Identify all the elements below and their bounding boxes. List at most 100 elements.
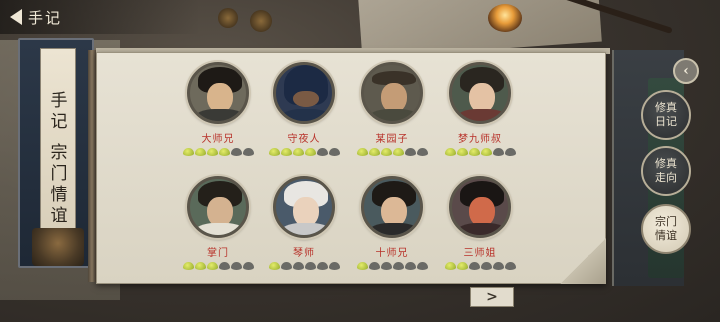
back-button[interactable]: 手记 [10, 6, 80, 28]
back-arrow-icon [10, 9, 22, 25]
leaf-filled-icon [194, 262, 206, 270]
leaf-filled-icon [444, 148, 456, 156]
leaf-filled-icon [356, 262, 368, 270]
tab-char: 手 [50, 91, 68, 111]
character-card[interactable]: 大师兄 [170, 62, 266, 174]
leaf-filled-icon [468, 148, 480, 156]
sect-friendship-button[interactable]: 宗门 情谊 [641, 204, 691, 254]
character-card[interactable]: 某园子 [344, 62, 440, 174]
leaf-filled-icon [480, 148, 492, 156]
avatar [449, 176, 511, 238]
leaf-filled-icon [392, 148, 404, 156]
tab-char: 门 [50, 164, 68, 184]
tab-char: 谊 [50, 206, 68, 226]
character-card[interactable]: 十师兄 [344, 176, 440, 288]
page-curl [560, 238, 606, 284]
left-tab-strip: 手 记 宗 门 情 谊 [40, 48, 76, 258]
affinity-rating [444, 262, 516, 270]
tab-sect-friendship[interactable]: 宗 门 情 谊 [41, 143, 77, 227]
tab-char: 记 [50, 112, 68, 132]
button-line: 修真 [655, 157, 677, 170]
cultivation-path-button[interactable]: 修真 走向 [641, 146, 691, 196]
oil-lamp-icon [488, 4, 522, 32]
leaf-empty-icon [316, 148, 328, 156]
leaf-empty-icon [504, 148, 516, 156]
leaf-filled-icon [304, 148, 316, 156]
affinity-rating [182, 262, 254, 270]
leaf-empty-icon [416, 262, 428, 270]
chevron-right-icon: > [486, 289, 498, 305]
leaf-empty-icon [380, 262, 392, 270]
character-name: 琴师 [293, 248, 315, 259]
character-name: 三师姐 [463, 248, 497, 259]
character-name: 掌门 [207, 248, 229, 259]
leaf-empty-icon [368, 262, 380, 270]
page-title: 手记 [28, 8, 63, 27]
leaf-filled-icon [206, 262, 218, 270]
leaf-filled-icon [280, 148, 292, 156]
leaf-empty-icon [416, 148, 428, 156]
left-tab-panel: 手 记 宗 门 情 谊 [18, 38, 94, 268]
avatar [187, 62, 249, 124]
leaf-empty-icon [492, 262, 504, 270]
leaf-empty-icon [404, 148, 416, 156]
character-card[interactable]: 掌门 [170, 176, 266, 288]
leaf-filled-icon [292, 148, 304, 156]
leaf-filled-icon [194, 148, 206, 156]
leaf-filled-icon [268, 262, 280, 270]
tab-char: 宗 [50, 143, 68, 163]
leaf-empty-icon [230, 148, 242, 156]
seal-ornament-icon [32, 228, 84, 266]
leaf-filled-icon [456, 262, 468, 270]
affinity-rating [268, 262, 340, 270]
leaf-empty-icon [242, 262, 254, 270]
affinity-rating [356, 262, 428, 270]
leaf-empty-icon [504, 262, 516, 270]
leaf-filled-icon [268, 148, 280, 156]
avatar [361, 62, 423, 124]
leaf-filled-icon [182, 262, 194, 270]
avatar [187, 176, 249, 238]
character-name: 某园子 [375, 134, 409, 145]
collapse-button[interactable]: ‹ [673, 58, 699, 84]
chevron-left-icon: ‹ [683, 63, 689, 79]
button-line: 修真 [655, 101, 677, 114]
next-page-button[interactable]: > [470, 287, 514, 307]
coin-icon [218, 8, 238, 28]
leaf-filled-icon [444, 262, 456, 270]
leaf-empty-icon [280, 262, 292, 270]
character-name: 十师兄 [375, 248, 409, 259]
book-rod [88, 50, 96, 282]
character-name: 梦九师叔 [458, 134, 502, 145]
button-line: 日记 [655, 115, 677, 128]
character-card[interactable]: 梦九师叔 [432, 62, 528, 174]
leaf-filled-icon [456, 148, 468, 156]
leaf-empty-icon [292, 262, 304, 270]
affinity-rating [182, 148, 254, 156]
button-line: 宗门 [655, 215, 677, 228]
character-name: 守夜人 [287, 134, 321, 145]
leaf-empty-icon [392, 262, 404, 270]
leaf-empty-icon [480, 262, 492, 270]
affinity-rating [356, 148, 428, 156]
cultivation-diary-button[interactable]: 修真 日记 [641, 90, 691, 140]
affinity-rating [444, 148, 516, 156]
tab-journal[interactable]: 手 记 [41, 91, 77, 133]
character-name: 大师兄 [201, 134, 235, 145]
leaf-empty-icon [328, 262, 340, 270]
avatar [449, 62, 511, 124]
leaf-filled-icon [218, 148, 230, 156]
leaf-empty-icon [492, 148, 504, 156]
leaf-empty-icon [218, 262, 230, 270]
leaf-filled-icon [356, 148, 368, 156]
character-card[interactable]: 琴师 [256, 176, 352, 288]
leaf-empty-icon [230, 262, 242, 270]
top-bar: 手记 [0, 0, 200, 34]
character-card[interactable]: 三师姐 [432, 176, 528, 288]
character-card[interactable]: 守夜人 [256, 62, 352, 174]
avatar [273, 62, 335, 124]
leaf-empty-icon [328, 148, 340, 156]
avatar [361, 176, 423, 238]
affinity-rating [268, 148, 340, 156]
leaf-empty-icon [242, 148, 254, 156]
